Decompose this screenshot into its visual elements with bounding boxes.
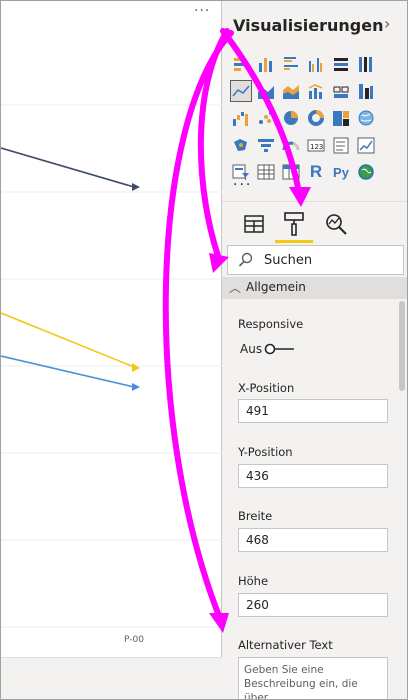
analytics-tab[interactable] <box>316 206 356 242</box>
fields-tab[interactable] <box>234 206 274 242</box>
series-line-blue <box>1 355 135 388</box>
donut-chart-icon[interactable] <box>305 107 327 129</box>
filled-map-icon[interactable] <box>230 134 252 156</box>
search-icon <box>238 252 253 267</box>
visualizations-pane: Visualisierungen › 123 R Py ··· Suchen ︿… <box>222 1 407 699</box>
pane-title: Visualisierungen <box>233 16 384 35</box>
pane-scrollbar[interactable] <box>397 281 407 699</box>
100-stacked-bar-icon[interactable] <box>330 53 352 75</box>
scatter-icon[interactable] <box>255 107 277 129</box>
svg-text:123: 123 <box>310 143 323 151</box>
paint-roller-icon <box>284 212 304 236</box>
stacked-column-icon[interactable] <box>255 53 277 75</box>
line-chart-icon[interactable] <box>230 80 252 102</box>
alt-text-field[interactable]: Geben Sie eine Beschreibung ein, die übe… <box>238 657 388 699</box>
search-placeholder: Suchen <box>264 253 313 268</box>
report-canvas[interactable]: P-00 ··· <box>1 1 222 699</box>
alt-text-label: Alternativer Text <box>238 638 333 652</box>
scrollbar-thumb[interactable] <box>399 301 405 391</box>
series-marker-blue <box>132 383 140 391</box>
line-clustered-column-icon[interactable] <box>330 80 352 102</box>
treemap-icon[interactable] <box>330 107 352 129</box>
visual-gallery: 123 R Py <box>230 53 377 183</box>
width-input[interactable]: 468 <box>238 528 388 552</box>
width-label: Breite <box>238 509 273 523</box>
y-position-label: Y-Position <box>238 445 293 459</box>
line-column-icon[interactable] <box>305 80 327 102</box>
chevron-up-icon: ︿ <box>229 281 242 295</box>
section-label: Allgemein <box>246 280 306 294</box>
series-marker-yellow <box>132 363 140 372</box>
globe-icon[interactable] <box>355 161 377 183</box>
waterfall-icon[interactable] <box>230 107 252 129</box>
map-icon[interactable] <box>355 107 377 129</box>
chevron-right-icon[interactable]: › <box>384 14 390 33</box>
ribbon-chart-icon[interactable] <box>355 80 377 102</box>
responsive-label: Responsive <box>238 317 304 331</box>
section-header-allgemein[interactable]: ︿ Allgemein <box>222 277 407 299</box>
clustered-bar-icon[interactable] <box>280 53 302 75</box>
stacked-bar-icon[interactable] <box>230 53 252 75</box>
line-chart: P-00 <box>1 104 222 645</box>
stacked-area-icon[interactable] <box>280 80 302 102</box>
height-input[interactable]: 260 <box>238 593 388 617</box>
x-tick-label: P-00 <box>124 635 144 645</box>
page-tabs-strip <box>1 657 222 699</box>
y-position-input[interactable]: 436 <box>238 464 388 488</box>
series-line-yellow <box>1 312 135 368</box>
multi-row-card-icon[interactable] <box>330 134 352 156</box>
x-position-label: X-Position <box>238 381 295 395</box>
x-position-input[interactable]: 491 <box>238 399 388 423</box>
area-chart-icon[interactable] <box>255 80 277 102</box>
r-visual-icon[interactable]: R <box>305 161 327 183</box>
series-line-dark <box>1 147 135 188</box>
series-marker-dark <box>132 183 140 191</box>
analytics-icon <box>326 214 347 235</box>
format-tab[interactable] <box>274 206 314 242</box>
table-icon[interactable] <box>255 161 277 183</box>
kpi-icon[interactable] <box>355 134 377 156</box>
active-tab-indicator <box>275 240 313 243</box>
funnel-icon[interactable] <box>255 134 277 156</box>
more-visuals-icon[interactable]: ··· <box>233 177 252 193</box>
height-label: Höhe <box>238 574 269 588</box>
responsive-toggle[interactable] <box>264 343 296 355</box>
pie-chart-icon[interactable] <box>280 107 302 129</box>
pane-tabs <box>222 201 407 243</box>
fields-icon <box>244 215 264 233</box>
more-options-icon[interactable]: ··· <box>194 3 210 19</box>
python-visual-icon[interactable]: Py <box>330 161 352 183</box>
responsive-toggle-label: Aus <box>240 342 263 356</box>
app-frame: P-00 ··· Visualisierungen › 123 R Py ···… <box>0 0 408 700</box>
gauge-icon[interactable] <box>280 134 302 156</box>
100-stacked-column-icon[interactable] <box>355 53 377 75</box>
search-input[interactable]: Suchen <box>227 245 404 275</box>
matrix-icon[interactable] <box>280 161 302 183</box>
clustered-column-icon[interactable] <box>305 53 327 75</box>
card-icon[interactable]: 123 <box>305 134 327 156</box>
